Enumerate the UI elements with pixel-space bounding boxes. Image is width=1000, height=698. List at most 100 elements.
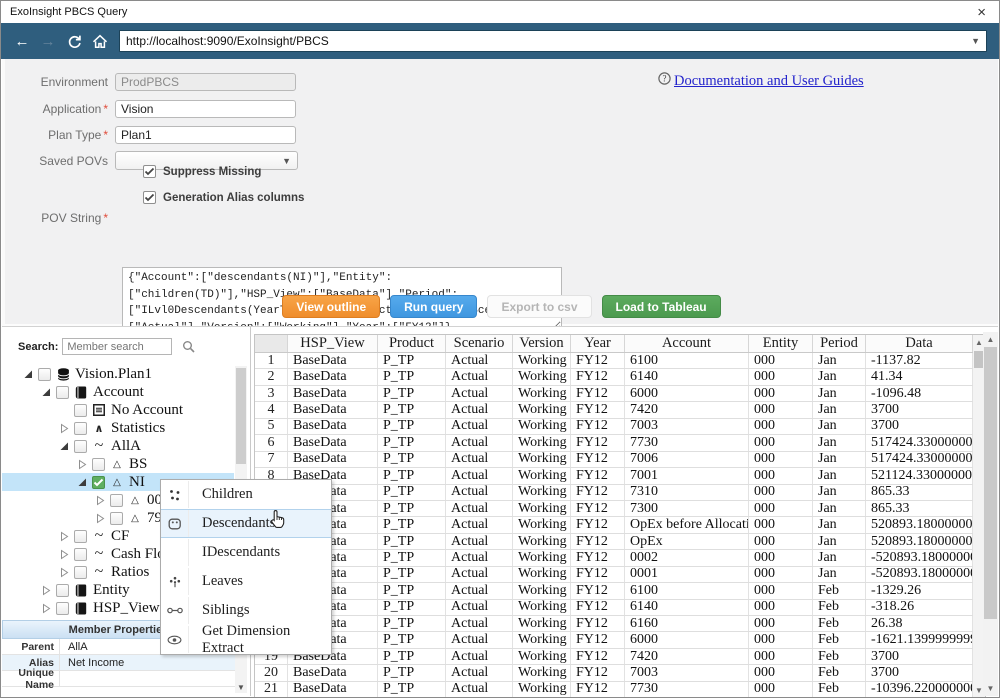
expand-icon[interactable] (94, 494, 106, 506)
tree-checkbox[interactable] (74, 530, 87, 543)
column-header[interactable]: Product (378, 335, 446, 352)
table-row[interactable]: 4BaseDataP_TPActualWorkingFY127420000Jan… (255, 402, 973, 418)
url-bar[interactable]: ▼ (119, 30, 987, 52)
run-query-button[interactable]: Run query (390, 295, 477, 318)
column-header[interactable]: Account (625, 335, 749, 352)
scroll-down-icon[interactable]: ▼ (983, 684, 998, 693)
expand-icon[interactable] (58, 422, 70, 434)
tree-checkbox[interactable] (56, 386, 69, 399)
expand-icon[interactable] (58, 548, 70, 560)
tree-checkbox[interactable] (92, 476, 105, 489)
table-row[interactable]: 13BaseDataP_TPActualWorkingFY120002000Ja… (255, 550, 973, 566)
page-scrollbar[interactable]: ▲ ▼ (983, 332, 998, 696)
tree-item[interactable]: Account (2, 383, 234, 401)
suppress-missing-checkbox[interactable] (143, 165, 156, 178)
tree-checkbox[interactable] (38, 368, 51, 381)
search-icon[interactable] (182, 340, 196, 354)
table-row[interactable]: 8BaseDataP_TPActualWorkingFY127001000Jan… (255, 468, 973, 484)
table-row[interactable]: 12BaseDataP_TPActualWorkingFY12OpEx000Ja… (255, 534, 973, 550)
menu-item[interactable]: Get Dimension Extract (161, 625, 331, 654)
table-cell: 000 (749, 632, 813, 647)
forward-icon[interactable]: → (35, 29, 61, 53)
expand-icon[interactable] (76, 458, 88, 470)
tree-checkbox[interactable] (74, 440, 87, 453)
table-row[interactable]: 11BaseDataP_TPActualWorkingFY12OpEx befo… (255, 517, 973, 533)
table-row[interactable]: 3BaseDataP_TPActualWorkingFY126000000Jan… (255, 386, 973, 402)
expand-icon[interactable] (94, 512, 106, 524)
table-cell: FY12 (571, 435, 625, 450)
table-row[interactable]: 2BaseDataP_TPActualWorkingFY126140000Jan… (255, 369, 973, 385)
home-icon[interactable] (87, 29, 113, 53)
expand-icon[interactable] (58, 530, 70, 542)
view-outline-button[interactable]: View outline (282, 295, 380, 318)
column-header[interactable]: Data (866, 335, 973, 352)
table-row[interactable]: 19BaseDataP_TPActualWorkingFY127420000Fe… (255, 649, 973, 665)
tree-checkbox[interactable] (74, 422, 87, 435)
tree-checkbox[interactable] (56, 602, 69, 615)
column-header[interactable]: Year (571, 335, 625, 352)
table-row[interactable]: 1BaseDataP_TPActualWorkingFY126100000Jan… (255, 353, 973, 369)
menu-item[interactable]: Descendants (161, 509, 331, 538)
load-to-tableau-button[interactable]: Load to Tableau (602, 295, 721, 318)
column-header[interactable]: Scenario (446, 335, 513, 352)
menu-item[interactable]: Children (161, 480, 331, 509)
expand-icon[interactable] (58, 566, 70, 578)
table-row[interactable]: 9BaseDataP_TPActualWorkingFY127310000Jan… (255, 485, 973, 501)
tree-checkbox[interactable] (74, 404, 87, 417)
menu-item[interactable]: Siblings (161, 596, 331, 625)
expand-icon[interactable] (40, 584, 52, 596)
application-field[interactable] (115, 100, 296, 118)
refresh-icon[interactable] (61, 29, 87, 53)
table-cell: P_TP (378, 435, 446, 450)
table-row[interactable]: 6BaseDataP_TPActualWorkingFY127730000Jan… (255, 435, 973, 451)
tree-item[interactable]: No Account (2, 401, 234, 419)
table-cell: Actual (446, 369, 513, 384)
url-dropdown-icon[interactable]: ▼ (965, 36, 986, 46)
tree-checkbox[interactable] (56, 584, 69, 597)
table-row[interactable]: 18BaseDataP_TPActualWorkingFY126000000Fe… (255, 632, 973, 648)
table-cell: Working (513, 369, 571, 384)
collapse-icon[interactable] (22, 368, 34, 380)
scroll-up-icon[interactable]: ▲ (983, 335, 998, 344)
url-input[interactable] (120, 34, 965, 48)
table-row[interactable]: 7BaseDataP_TPActualWorkingFY127006000Jan… (255, 452, 973, 468)
tree-scrollbar-thumb[interactable] (236, 368, 246, 464)
column-header[interactable]: Period (813, 335, 866, 352)
table-row[interactable]: 10BaseDataP_TPActualWorkingFY127300000Ja… (255, 501, 973, 517)
column-header[interactable]: Entity (749, 335, 813, 352)
expand-icon[interactable] (40, 602, 52, 614)
tree-item[interactable]: Vision.Plan1 (2, 365, 234, 383)
table-row[interactable]: 5BaseDataP_TPActualWorkingFY127003000Jan… (255, 419, 973, 435)
table-row[interactable]: 15BaseDataP_TPActualWorkingFY126100000Fe… (255, 583, 973, 599)
collapse-icon[interactable] (76, 476, 88, 488)
tree-checkbox[interactable] (110, 512, 123, 525)
tree-item[interactable]: ∧Statistics (2, 419, 234, 437)
scroll-down-icon[interactable]: ▼ (235, 683, 247, 692)
search-input[interactable] (62, 338, 172, 355)
tree-checkbox[interactable] (74, 548, 87, 561)
page-scrollbar-thumb[interactable] (984, 347, 997, 619)
tree-item[interactable]: △BS (2, 455, 234, 473)
column-header[interactable]: HSP_View (288, 335, 378, 352)
generation-alias-checkbox[interactable] (143, 191, 156, 204)
close-icon[interactable]: × (973, 5, 990, 20)
column-header[interactable]: Version (513, 335, 571, 352)
back-icon[interactable]: ← (9, 29, 35, 53)
tree-checkbox[interactable] (92, 458, 105, 471)
collapse-icon[interactable] (58, 440, 70, 452)
table-cell: FY12 (571, 600, 625, 615)
table-row[interactable]: 16BaseDataP_TPActualWorkingFY126140000Fe… (255, 600, 973, 616)
table-row[interactable]: 14BaseDataP_TPActualWorkingFY120001000Ja… (255, 567, 973, 583)
table-cell: FY12 (571, 649, 625, 664)
tree-item[interactable]: ~AllA (2, 437, 234, 455)
menu-item[interactable]: IDescendants (161, 538, 331, 567)
table-row[interactable]: 20BaseDataP_TPActualWorkingFY127003000Fe… (255, 665, 973, 681)
menu-item[interactable]: Leaves (161, 567, 331, 596)
collapse-icon[interactable] (40, 386, 52, 398)
tree-checkbox[interactable] (110, 494, 123, 507)
table-row[interactable]: 21BaseDataP_TPActualWorkingFY127730000Fe… (255, 682, 973, 698)
plan-type-field[interactable] (115, 126, 296, 144)
documentation-link[interactable]: Documentation and User Guides (674, 73, 864, 90)
table-row[interactable]: 17BaseDataP_TPActualWorkingFY126160000Fe… (255, 616, 973, 632)
tree-checkbox[interactable] (74, 566, 87, 579)
